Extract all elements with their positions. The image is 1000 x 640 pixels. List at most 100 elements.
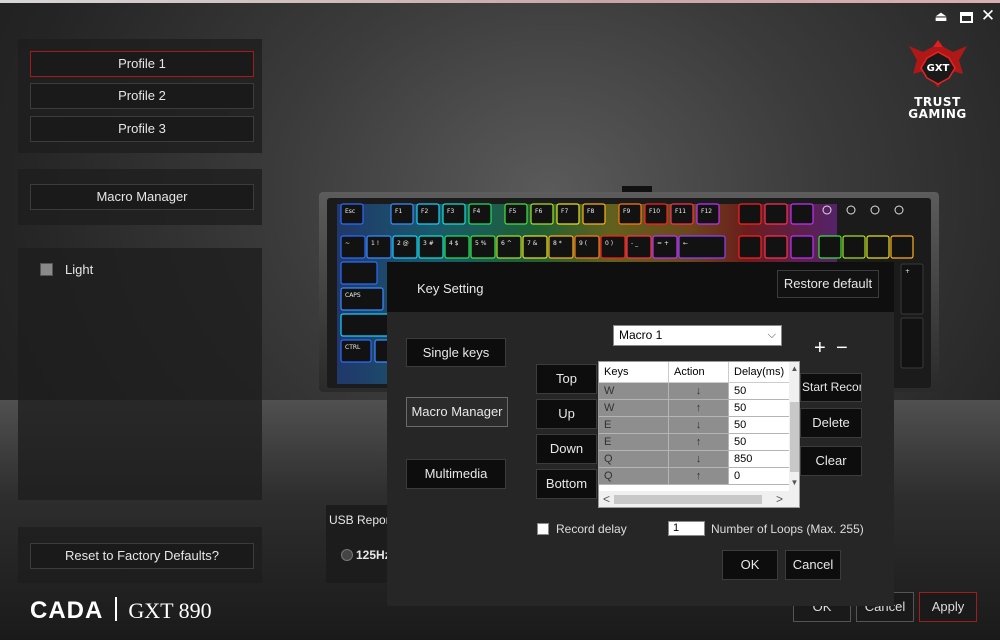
record-delay-checkbox[interactable] xyxy=(537,523,549,535)
remove-macro-button[interactable]: − xyxy=(836,338,848,358)
loops-input[interactable]: 1 xyxy=(668,521,705,536)
keyboard-key-label: + xyxy=(905,268,910,275)
move-down-button[interactable]: Down xyxy=(536,434,597,464)
cell-key: Q xyxy=(599,451,669,467)
clear-button[interactable]: Clear xyxy=(800,446,862,476)
table-row[interactable]: E ↑ 50 xyxy=(599,434,789,451)
keyboard-key-label: F2 xyxy=(421,208,428,215)
col-action: Action xyxy=(669,362,729,382)
collapse-icon[interactable]: ⏏ xyxy=(931,6,951,26)
scroll-right-icon[interactable]: > xyxy=(776,491,783,507)
scroll-left-icon[interactable]: < xyxy=(603,491,610,507)
keyboard-key-label: 9 ( xyxy=(579,240,587,247)
keyboard-key-label: F12 xyxy=(701,208,712,215)
cell-key: W xyxy=(599,400,669,416)
table-row[interactable]: W ↓ 50 xyxy=(599,383,789,400)
keyboard-key-label: 6 ^ xyxy=(501,240,512,247)
table-vertical-scrollbar[interactable]: ▲ ▼ xyxy=(789,362,799,491)
col-keys: Keys xyxy=(599,362,669,382)
dialog-cancel-button[interactable]: Cancel xyxy=(785,550,841,580)
keyboard-key-label: 4 $ xyxy=(449,240,459,247)
usb-report-title: USB Report xyxy=(329,513,394,527)
keyboard-key-label: 2 @ xyxy=(397,240,409,247)
profile-3-button[interactable]: Profile 3 xyxy=(30,116,254,142)
delete-button[interactable]: Delete xyxy=(800,408,862,438)
keyboard-key xyxy=(764,235,788,259)
keyboard-key xyxy=(842,235,866,259)
keyboard-key-label: 0 ) xyxy=(605,240,613,247)
macro-table-body: W ↓ 50 W ↑ 50 E ↓ 50 E ↑ 50 Q ↓ 850 Q ↑ 0 xyxy=(599,383,789,485)
keyboard-key xyxy=(900,317,924,369)
keyboard-key xyxy=(340,261,378,285)
macro-panel: Macro Manager xyxy=(18,169,262,225)
restore-default-button[interactable]: Restore default xyxy=(777,270,879,298)
record-delay-label: Record delay xyxy=(556,522,627,536)
cell-delay: 50 xyxy=(729,383,789,399)
keyboard-key-label: CAPS xyxy=(345,292,361,299)
cell-action: ↑ xyxy=(669,434,729,450)
usb-125hz-radio[interactable] xyxy=(341,549,353,561)
gxt-badge-icon: GXT xyxy=(908,40,967,88)
profile-1-button[interactable]: Profile 1 xyxy=(30,51,254,77)
move-up-button[interactable]: Up xyxy=(536,399,597,429)
keyboard-key xyxy=(738,203,762,225)
brand-name: CADA xyxy=(30,597,104,624)
keyboard-key xyxy=(790,203,814,225)
macro-manager-button[interactable]: Macro Manager xyxy=(30,184,254,210)
reset-factory-button[interactable]: Reset to Factory Defaults? xyxy=(30,543,254,569)
tab-multimedia[interactable]: Multimedia xyxy=(406,459,506,489)
horizontal-scroll-thumb[interactable] xyxy=(614,495,762,504)
move-top-button[interactable]: Top xyxy=(536,364,597,394)
cell-delay: 0 xyxy=(729,468,789,484)
cell-key: W xyxy=(599,383,669,399)
brand-footer: CADA GXT 890 xyxy=(30,597,212,625)
cell-delay: 50 xyxy=(729,400,789,416)
logo-text-gaming: GAMING xyxy=(908,107,967,121)
close-icon[interactable]: ✕ xyxy=(978,6,998,26)
chevron-down-icon: ⌵ xyxy=(767,329,776,341)
brand-divider xyxy=(115,597,118,621)
macro-select[interactable]: Macro 1 ⌵ xyxy=(613,325,782,346)
cell-action: ↑ xyxy=(669,400,729,416)
start-record-button[interactable]: Start Record xyxy=(800,373,862,402)
table-row[interactable]: E ↓ 50 xyxy=(599,417,789,434)
scroll-up-icon[interactable]: ▲ xyxy=(789,364,799,373)
keyboard-key-label: 5 % xyxy=(475,240,487,247)
table-row[interactable]: Q ↓ 850 xyxy=(599,451,789,468)
usb-125hz-label: 125Hz xyxy=(356,548,391,562)
table-row[interactable]: W ↑ 50 xyxy=(599,400,789,417)
scroll-down-icon[interactable]: ▼ xyxy=(789,478,799,487)
keyboard-key-label: F9 xyxy=(623,208,630,215)
macro-select-value: Macro 1 xyxy=(619,328,663,342)
cell-delay: 50 xyxy=(729,434,789,450)
keyboard-key-label: 8 * xyxy=(553,240,562,247)
scrollbar-corner xyxy=(789,491,799,507)
light-checkbox[interactable] xyxy=(40,263,53,276)
move-bottom-button[interactable]: Bottom xyxy=(536,469,597,499)
cell-action: ↓ xyxy=(669,417,729,433)
dialog-ok-button[interactable]: OK xyxy=(722,550,778,580)
usb-report-panel: USB Report 125Hz xyxy=(326,505,394,583)
minimize-icon[interactable] xyxy=(956,6,976,26)
vertical-scroll-thumb[interactable] xyxy=(790,402,799,472)
table-row[interactable]: Q ↑ 0 xyxy=(599,468,789,485)
light-label: Light xyxy=(65,262,94,277)
keyboard-key-label: 7 & xyxy=(527,240,538,247)
reset-panel: Reset to Factory Defaults? xyxy=(18,527,262,583)
apply-button[interactable]: Apply xyxy=(919,592,977,622)
keyboard-key-label: = + xyxy=(657,240,669,247)
keyboard-key xyxy=(790,235,814,259)
keyboard-key xyxy=(866,235,890,259)
keyboard-key xyxy=(340,313,394,337)
keyboard-key-label: - _ xyxy=(631,240,639,247)
tab-single-keys[interactable]: Single keys xyxy=(406,338,506,367)
keyboard-key-label: 3 # xyxy=(423,240,434,247)
tab-macro-manager[interactable]: Macro Manager xyxy=(406,397,508,427)
keyboard-key-label: F6 xyxy=(535,208,542,215)
keyboard-key-label: F10 xyxy=(649,208,660,215)
cell-action: ↓ xyxy=(669,451,729,467)
add-macro-button[interactable]: + xyxy=(814,338,826,358)
keyboard-key-label: ← xyxy=(683,240,688,247)
profile-2-button[interactable]: Profile 2 xyxy=(30,83,254,109)
table-horizontal-scrollbar[interactable]: < > xyxy=(599,491,789,507)
